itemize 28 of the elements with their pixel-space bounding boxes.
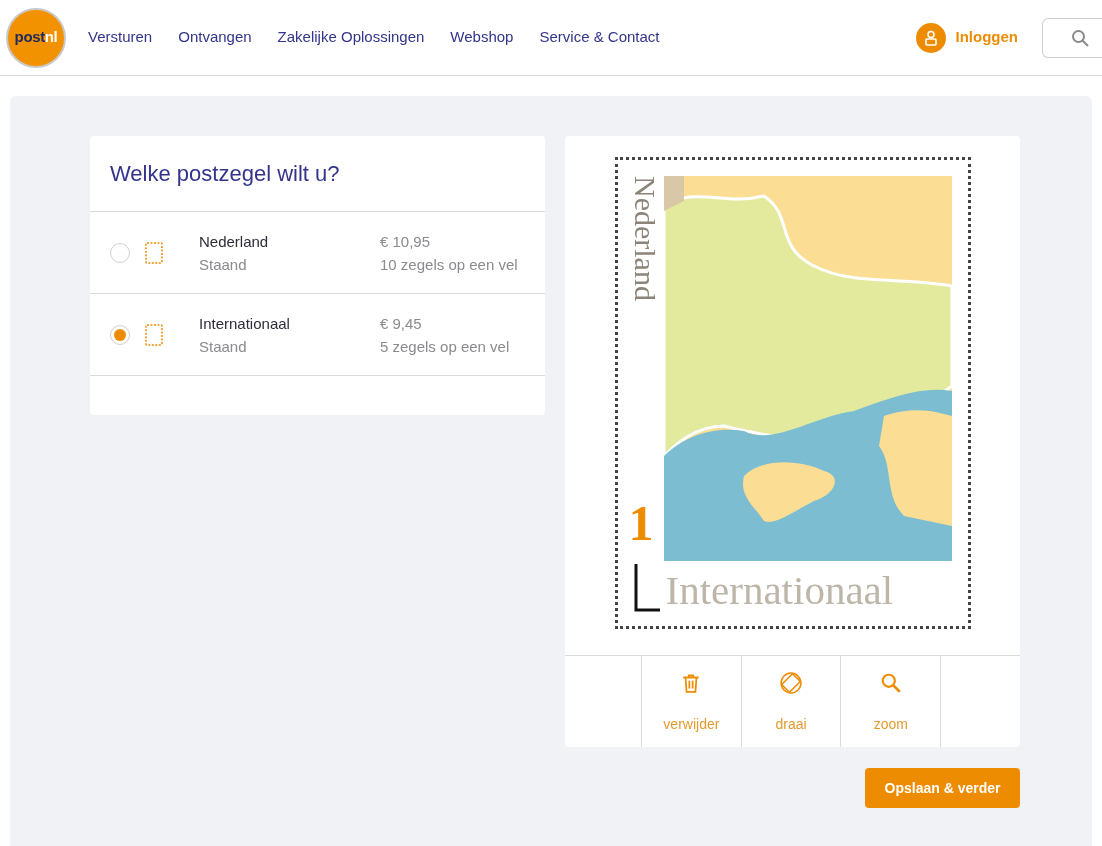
card-title: Welke postzegel wilt u? [90, 136, 545, 212]
corner-mark [633, 564, 660, 612]
stamp-option[interactable]: Nederland Staand € 10,95 10 zegels op een vel [90, 212, 545, 294]
nav-link[interactable]: Ontvangen [178, 26, 252, 49]
nav-link[interactable]: Service & Contact [539, 26, 660, 49]
search-icon [879, 672, 902, 694]
stamp-icon [144, 322, 164, 347]
stamp-orientation: Staand [199, 254, 248, 275]
sheet-info: 10 zegels op een vel [380, 254, 518, 275]
postnl-logo[interactable]: postnl [6, 7, 66, 68]
stamp-price: € 10,95 [380, 231, 432, 252]
sheet-info: 5 zegels op een vel [380, 336, 510, 357]
stamp-name: Internationaal [199, 313, 291, 334]
stamp-option[interactable]: Internationaal Staand € 9,45 5 zegels op een vel [90, 294, 545, 376]
search-icon [1071, 28, 1089, 47]
user-icon [915, 22, 946, 53]
nav-link[interactable]: Versturen [88, 26, 153, 49]
stamp-country-text: Nederland [627, 176, 662, 301]
nav-link[interactable]: Webshop [450, 26, 514, 49]
stamp-orientation: Staand [199, 336, 248, 357]
search-field[interactable] [1042, 17, 1102, 58]
stamp-price: € 9,45 [380, 313, 423, 334]
nav-link[interactable]: Zakelijke Oplossingen [277, 26, 425, 49]
stamp-icon [144, 240, 164, 265]
stamp-name: Nederland [199, 231, 270, 252]
stamp-value-text: 1 [628, 498, 654, 548]
stamp-type-text: Internationaal [665, 568, 894, 612]
rotate-icon [780, 672, 803, 694]
